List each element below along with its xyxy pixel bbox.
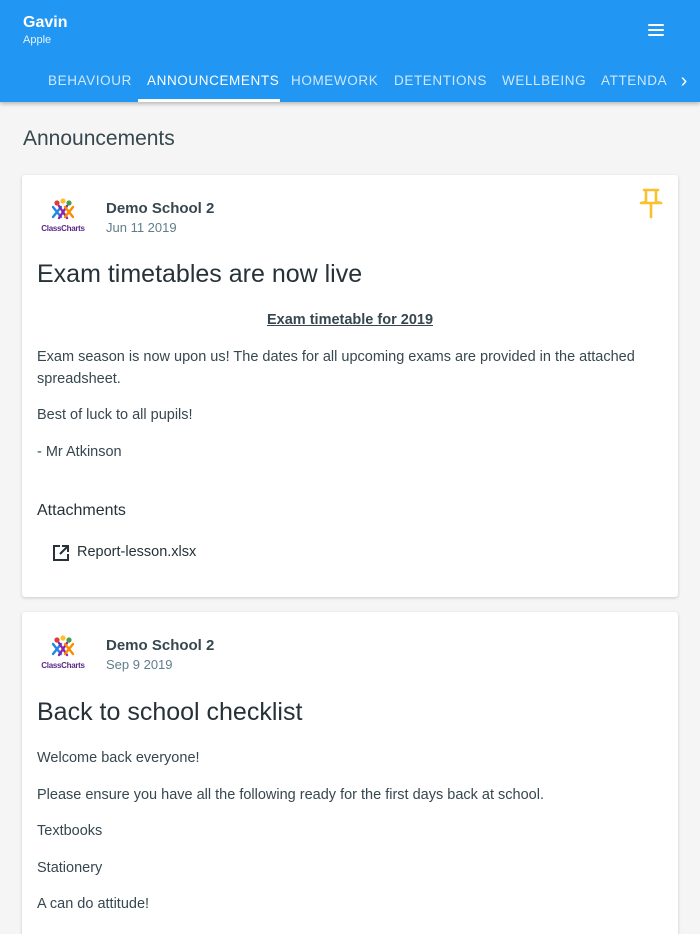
school-logo: ClassCharts: [38, 634, 88, 674]
announcement-card: ClassCharts Demo School 2 Jun 11 2019 Ex…: [22, 175, 678, 597]
page-title: Announcements: [23, 127, 175, 150]
announcement-paragraph: Best of luck to all pupils!: [37, 407, 193, 423]
announcement-date: Jun 11 2019: [106, 220, 177, 235]
announcement-paragraph: Please ensure you have all the following…: [37, 787, 544, 803]
announcement-date: Sep 9 2019: [106, 657, 173, 672]
hamburger-menu-icon[interactable]: [644, 20, 668, 40]
logo-text: ClassCharts: [41, 661, 85, 670]
chevron-right-icon[interactable]: ›: [668, 60, 700, 102]
tab-announcements[interactable]: ANNOUNCEMENTS: [147, 60, 279, 102]
attachments-title: Attachments: [37, 502, 126, 519]
tab-homework[interactable]: HOMEWORK: [291, 60, 378, 102]
tab-bar: BEHAVIOUR ANNOUNCEMENTS HOMEWORK DETENTI…: [0, 60, 700, 102]
tab-detentions[interactable]: DETENTIONS: [394, 60, 487, 102]
announcement-paragraph: Exam season is now upon us! The dates fo…: [37, 349, 635, 387]
user-subtitle: Apple: [23, 34, 52, 46]
classcharts-logo-icon: [51, 635, 75, 657]
open-in-new-icon: [53, 545, 69, 561]
school-logo: ClassCharts: [38, 197, 88, 237]
announcement-card: ClassCharts Demo School 2 Sep 9 2019 Bac…: [22, 612, 678, 934]
announcement-paragraph: - Mr Atkinson: [37, 444, 122, 460]
announcement-subheading: Exam timetable for 2019: [266, 312, 434, 328]
pin-icon[interactable]: [638, 187, 664, 219]
announcement-paragraph: Stationery: [37, 860, 103, 876]
announcement-paragraph: Textbooks: [37, 823, 103, 839]
school-name: Demo School 2: [106, 200, 215, 217]
school-name: Demo School 2: [106, 637, 215, 654]
app-bar: Gavin Apple BEHAVIOUR ANNOUNCEMENTS HOME…: [0, 0, 700, 102]
tab-attendance[interactable]: ATTENDA: [601, 60, 667, 102]
announcement-paragraph: Welcome back everyone!: [37, 750, 200, 766]
attachment-label: Report-lesson.xlsx: [77, 544, 197, 560]
tab-wellbeing[interactable]: WELLBEING: [502, 60, 586, 102]
user-name: Gavin: [23, 14, 68, 31]
active-tab-indicator: [138, 99, 280, 102]
announcement-title: Exam timetables are now live: [37, 260, 363, 288]
logo-text: ClassCharts: [41, 224, 85, 233]
tab-behaviour[interactable]: BEHAVIOUR: [48, 60, 132, 102]
announcement-title: Back to school checklist: [37, 698, 303, 726]
attachment-link[interactable]: Report-lesson.xlsx: [52, 542, 252, 564]
announcement-paragraph: A can do attitude!: [37, 896, 150, 912]
classcharts-logo-icon: [51, 198, 75, 220]
